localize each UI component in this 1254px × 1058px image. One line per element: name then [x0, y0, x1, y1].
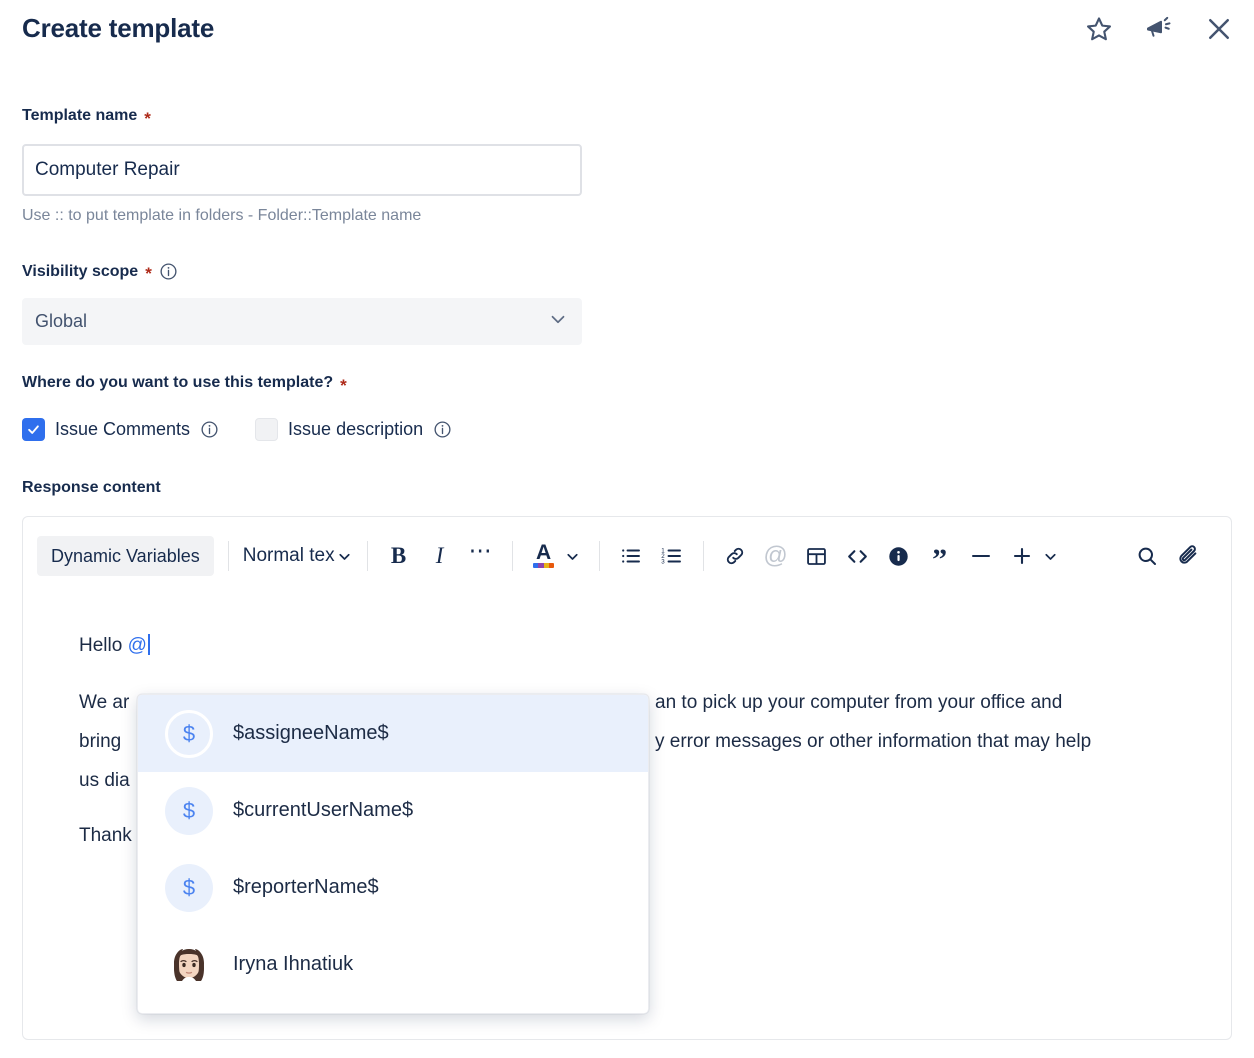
quote-icon[interactable]: ”	[923, 543, 957, 577]
search-icon[interactable]	[1130, 539, 1164, 573]
editor-line-2-tail: an to pick up your computer from your of…	[655, 692, 1063, 713]
visibility-scope-label: Visibility scope *	[22, 262, 178, 283]
mention-dropdown-item-label: Iryna Ihnatiuk	[233, 953, 354, 975]
mention-dropdown-item-label: $assigneeName$	[233, 722, 389, 744]
where-use-label: Where do you want to use this template? …	[22, 374, 347, 395]
text-style-dropdown-label: Normal tex	[242, 545, 335, 566]
template-name-input[interactable]	[22, 144, 582, 196]
required-marker: *	[340, 375, 347, 395]
create-template-dialog: Create template Template name * Computer…	[0, 0, 1254, 1058]
editor-line-3: bring	[79, 729, 121, 755]
visibility-scope-value: Global	[35, 311, 88, 331]
text-color-chevron-down-icon[interactable]	[561, 539, 585, 573]
avatar	[165, 941, 213, 989]
editor-line-1-text: Hello	[79, 635, 128, 656]
template-name-hint: Use :: to put template in folders - Fold…	[22, 207, 422, 224]
toolbar-divider	[702, 541, 704, 571]
toolbar-divider	[366, 541, 368, 571]
info-icon[interactable]	[200, 420, 219, 439]
info-panel-icon[interactable]	[882, 539, 916, 573]
where-use-options: Issue Comments Issue description	[22, 418, 452, 441]
mention-dropdown-item-current-user-name[interactable]: $ $currentUserName$	[138, 772, 648, 849]
numbered-list-icon[interactable]: 1 2 3	[655, 539, 689, 573]
table-icon[interactable]	[800, 539, 834, 573]
template-name-label: Template name *	[22, 107, 151, 128]
bold-icon[interactable]: B	[382, 539, 416, 573]
mention-dropdown-item-label: $reporterName$	[233, 876, 379, 898]
response-content-label-text: Response content	[22, 479, 161, 496]
editor-line-2-text: We ar	[79, 692, 130, 713]
visibility-scope-select[interactable]: Global	[22, 298, 582, 345]
text-color-swatch-bar	[533, 563, 555, 568]
attachment-icon[interactable]	[1171, 539, 1205, 573]
header-actions	[1082, 12, 1236, 46]
visibility-scope-label-text: Visibility scope	[22, 262, 139, 280]
checkbox-issue-description-label: Issue description	[288, 419, 424, 439]
chevron-down-icon	[547, 308, 569, 335]
editor-line-4: us dia	[79, 770, 130, 791]
toolbar-divider	[598, 541, 600, 571]
text-color-icon[interactable]: A	[527, 539, 561, 573]
response-content-label: Response content	[22, 479, 161, 497]
checkbox-issue-description-box[interactable]	[255, 418, 279, 441]
mention-dropdown-item-assignee-name[interactable]: $ $assigneeName$	[138, 695, 648, 772]
mention-dropdown-item-label: $currentUserName$	[233, 799, 414, 821]
toolbar-divider	[227, 541, 229, 571]
insert-more-icon[interactable]	[1005, 539, 1039, 573]
mention-dropdown-item-reporter-name[interactable]: $ $reporterName$	[138, 849, 648, 926]
favorite-star-icon[interactable]	[1082, 12, 1116, 46]
editor-line-2: We ar	[79, 690, 129, 716]
link-icon[interactable]	[718, 539, 752, 573]
template-name-label-text: Template name	[22, 107, 138, 124]
insert-more-chevron-down-icon[interactable]	[1039, 539, 1063, 573]
editor-line-3-tail: y error messages or other information th…	[655, 731, 1092, 752]
checkbox-issue-comments-label: Issue Comments	[55, 419, 191, 439]
editor-line-3-text: bring	[79, 731, 122, 752]
italic-icon[interactable]: I	[423, 539, 457, 573]
bullet-list-icon[interactable]	[614, 539, 648, 573]
announcement-megaphone-icon[interactable]	[1142, 12, 1176, 46]
text-caret	[147, 634, 150, 655]
mention-dropdown[interactable]: $ $assigneeName$ $ $currentUserName$ $ $…	[137, 694, 649, 1014]
mention-dropdown-item-user[interactable]: Iryna Ihnatiuk	[138, 926, 648, 1003]
checkbox-issue-comments[interactable]: Issue Comments	[22, 418, 219, 441]
dynamic-variables-button[interactable]: Dynamic Variables	[37, 536, 214, 576]
info-icon[interactable]	[159, 262, 178, 281]
code-block-icon[interactable]	[841, 539, 875, 573]
close-icon[interactable]	[1202, 12, 1236, 46]
checkbox-issue-description[interactable]: Issue description	[255, 418, 452, 441]
info-icon[interactable]	[433, 420, 452, 439]
required-marker: *	[144, 108, 151, 128]
editor-line-1: Hello @	[79, 633, 150, 659]
more-formatting-icon[interactable]: ⋯	[464, 533, 498, 567]
divider-icon[interactable]	[964, 539, 998, 573]
dollar-avatar-icon: $	[165, 863, 213, 912]
dialog-header: Create template	[0, 0, 1254, 62]
text-color-glyph: A	[533, 542, 555, 569]
mention-trigger-at: @	[127, 635, 147, 656]
editor-toolbar: Dynamic Variables Normal tex B I ⋯ A 1 2…	[23, 517, 1231, 595]
text-style-dropdown[interactable]: Normal tex	[243, 545, 353, 567]
dollar-avatar-icon: $	[165, 709, 213, 758]
toolbar-divider	[511, 541, 513, 571]
page-title: Create template	[22, 13, 215, 43]
where-use-label-text: Where do you want to use this template?	[22, 374, 334, 391]
chevron-down-icon	[336, 548, 353, 565]
mention-icon[interactable]: @	[759, 539, 793, 573]
checkbox-issue-comments-box[interactable]	[22, 418, 45, 441]
required-marker: *	[145, 264, 152, 283]
svg-text:3: 3	[661, 558, 665, 565]
dollar-avatar-icon: $	[165, 786, 213, 835]
editor-line-5: Thank	[79, 825, 132, 846]
